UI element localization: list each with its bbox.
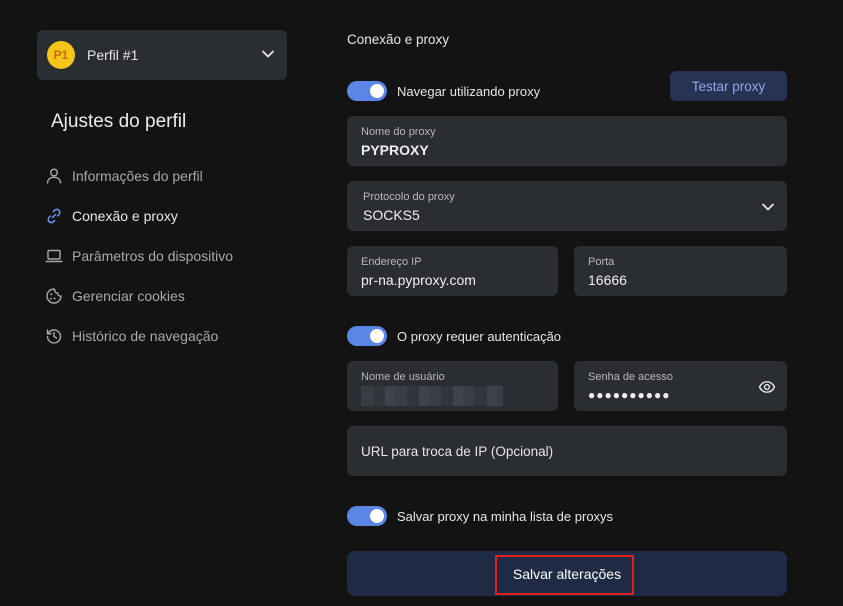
username-field[interactable]: Nome de usuário bbox=[347, 361, 558, 411]
nav-item-label: Parâmetros do dispositivo bbox=[72, 248, 234, 264]
use-proxy-label: Navegar utilizando proxy bbox=[397, 83, 541, 99]
save-list-row: Salvar proxy na minha lista de proxys bbox=[347, 506, 613, 526]
chevron-down-icon bbox=[762, 203, 774, 211]
port-field[interactable]: Porta 16666 bbox=[574, 246, 787, 296]
cookie-icon bbox=[46, 288, 62, 304]
profile-name: Perfil #1 bbox=[87, 47, 139, 63]
link-icon bbox=[47, 208, 61, 224]
nav-item-connection-proxy[interactable]: Conexão e proxy bbox=[45, 206, 233, 226]
laptop-icon bbox=[45, 249, 63, 263]
profile-selector[interactable]: P1 Perfil #1 bbox=[37, 30, 287, 80]
protocol-select[interactable]: Protocolo do proxy SOCKS5 bbox=[347, 181, 787, 231]
ip-address-value: pr-na.pyproxy.com bbox=[361, 272, 476, 288]
test-proxy-button[interactable]: Testar proxy bbox=[670, 71, 787, 101]
use-proxy-row: Navegar utilizando proxy bbox=[347, 81, 540, 101]
nav-item-profile-info[interactable]: Informações do perfil bbox=[45, 166, 233, 186]
protocol-value: SOCKS5 bbox=[363, 207, 420, 223]
password-label: Senha de acesso bbox=[588, 371, 674, 383]
sidebar: P1 Perfil #1 Ajustes do perfil Informaçõ… bbox=[0, 0, 320, 606]
change-ip-url-field[interactable]: URL para troca de IP (Opcional) bbox=[347, 426, 787, 476]
nav-item-label: Conexão e proxy bbox=[72, 208, 178, 224]
eye-icon[interactable] bbox=[758, 378, 776, 396]
port-label: Porta bbox=[588, 256, 615, 268]
use-proxy-toggle[interactable] bbox=[347, 81, 387, 101]
ip-address-field[interactable]: Endereço IP pr-na.pyproxy.com bbox=[347, 246, 558, 296]
nav-item-device-params[interactable]: Parâmetros do dispositivo bbox=[45, 246, 233, 266]
nav-item-label: Histórico de navegação bbox=[72, 328, 219, 344]
username-redacted bbox=[361, 386, 503, 406]
nav-item-cookies[interactable]: Gerenciar cookies bbox=[45, 286, 233, 306]
settings-nav: Informações do perfil Conexão e proxy Pa… bbox=[45, 166, 233, 366]
protocol-label: Protocolo do proxy bbox=[363, 191, 455, 203]
ip-address-label: Endereço IP bbox=[361, 256, 422, 268]
save-changes-button[interactable]: Salvar alterações bbox=[347, 551, 787, 596]
auth-toggle[interactable] bbox=[347, 326, 387, 346]
port-value: 16666 bbox=[588, 272, 627, 288]
proxy-name-label: Nome do proxy bbox=[361, 126, 436, 138]
avatar: P1 bbox=[47, 41, 75, 69]
save-changes-label: Salvar alterações bbox=[512, 565, 622, 582]
user-icon bbox=[46, 168, 62, 184]
password-value: ●●●●●●●●●● bbox=[588, 388, 671, 402]
settings-title: Ajustes do perfil bbox=[51, 111, 187, 132]
nav-item-label: Gerenciar cookies bbox=[72, 288, 185, 304]
proxy-name-value: PYPROXY bbox=[361, 142, 429, 158]
save-list-label: Salvar proxy na minha lista de proxys bbox=[397, 508, 614, 524]
history-icon bbox=[46, 329, 62, 344]
page-title: Conexão e proxy bbox=[347, 32, 450, 47]
auth-label: O proxy requer autenticação bbox=[397, 328, 562, 344]
chevron-down-icon bbox=[262, 50, 274, 58]
username-label: Nome de usuário bbox=[361, 371, 445, 383]
auth-row: O proxy requer autenticação bbox=[347, 326, 561, 346]
nav-item-label: Informações do perfil bbox=[72, 168, 203, 184]
save-list-toggle[interactable] bbox=[347, 506, 387, 526]
proxy-name-field[interactable]: Nome do proxy PYPROXY bbox=[347, 116, 787, 166]
nav-item-history[interactable]: Histórico de navegação bbox=[45, 326, 233, 346]
change-ip-url-placeholder: URL para troca de IP (Opcional) bbox=[361, 444, 554, 459]
password-field[interactable]: Senha de acesso ●●●●●●●●●● bbox=[574, 361, 787, 411]
